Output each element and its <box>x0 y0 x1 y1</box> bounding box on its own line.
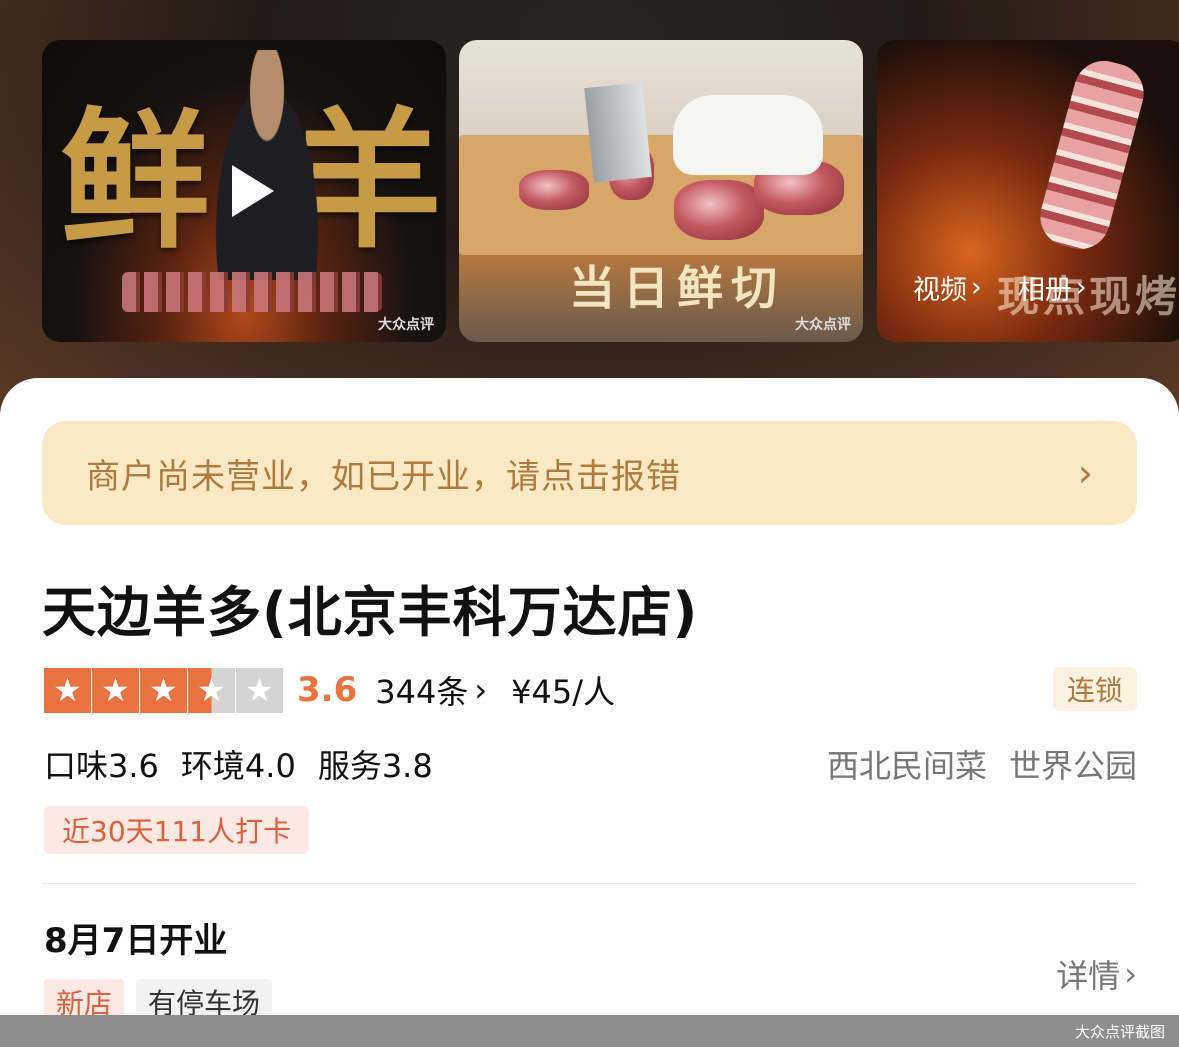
chevron-right-icon: › <box>1077 451 1093 495</box>
photo-caption: 当日鲜切 <box>569 261 785 315</box>
watermark-text: 大众点评 <box>795 317 851 333</box>
category-area: 西北民间菜 世界公园 <box>827 741 1137 787</box>
environment-score: 环境4.0 <box>180 747 296 785</box>
open-date: 8月7日开业 <box>44 921 228 961</box>
chevron-right-icon: › <box>971 272 982 303</box>
meat-skewer <box>1033 54 1151 256</box>
watermark-text: 大众点评 <box>378 317 434 333</box>
chain-badge: 连锁 <box>1053 667 1137 711</box>
shop-name: 天边羊多(北京丰科万达店) <box>42 581 699 644</box>
area-location[interactable]: 世界公园 <box>1009 741 1137 787</box>
details-label: 详情 <box>1056 957 1121 995</box>
divider <box>42 883 1137 884</box>
star-half-icon: ★ <box>188 667 235 713</box>
star-icon: ★ <box>92 667 139 713</box>
sub-scores: 口味3.6 环境4.0 服务3.8 <box>44 741 433 787</box>
star-empty-icon: ★ <box>236 667 283 713</box>
shop-info-card: 商户尚未营业，如已开业，请点击报错 › 天边羊多(北京丰科万达店) ★ ★ ★ … <box>0 378 1179 1047</box>
meat-piece <box>674 180 764 240</box>
review-count-link[interactable]: 344条 › <box>375 667 487 713</box>
cuisine-category[interactable]: 西北民间菜 <box>827 741 987 787</box>
taste-score: 口味3.6 <box>44 747 159 785</box>
gloved-hand <box>673 95 823 175</box>
service-score: 服务3.8 <box>317 747 433 785</box>
star-rating: ★ ★ ★ ★ ★ <box>44 667 283 713</box>
chevron-right-icon: › <box>1124 955 1137 993</box>
price-per-person: ¥45/人 <box>511 673 615 711</box>
media-links: 视频 › 相册 › <box>913 268 1087 307</box>
rating-score: 3.6 <box>297 670 358 710</box>
notice-text: 商户尚未营业，如已开业，请点击报错 <box>86 456 681 497</box>
rating-row: ★ ★ ★ ★ ★ 3.6 344条 › ¥45/人 <box>44 667 615 713</box>
gallery-video-thumbnail[interactable]: 鲜 羊 大众点评 <box>42 40 446 342</box>
chevron-right-icon: › <box>1075 272 1087 303</box>
photo-title-char-left: 鲜 <box>60 93 211 269</box>
details-link[interactable]: 详情 › <box>1056 951 1137 997</box>
play-icon[interactable] <box>232 165 274 217</box>
report-error-banner[interactable]: 商户尚未营业，如已开业，请点击报错 › <box>42 421 1137 525</box>
meat-piece <box>519 170 589 210</box>
footer-label: 大众点评截图 <box>1074 1022 1165 1041</box>
grill-skewers <box>122 272 382 312</box>
knife <box>584 82 652 183</box>
album-link[interactable]: 相册 › <box>1018 268 1087 307</box>
review-count: 344条 <box>375 673 469 711</box>
gallery-photo-cutting[interactable]: 当日鲜切 大众点评 <box>459 40 863 342</box>
checkin-badge[interactable]: 近30天111人打卡 <box>44 806 310 854</box>
star-icon: ★ <box>140 667 187 713</box>
screenshot-footer: 大众点评截图 <box>0 1015 1179 1047</box>
video-link-label: 视频 <box>913 275 967 306</box>
video-link[interactable]: 视频 › <box>913 268 982 307</box>
star-icon: ★ <box>44 667 91 713</box>
chevron-right-icon: › <box>474 671 488 709</box>
album-link-label: 相册 <box>1017 275 1072 306</box>
